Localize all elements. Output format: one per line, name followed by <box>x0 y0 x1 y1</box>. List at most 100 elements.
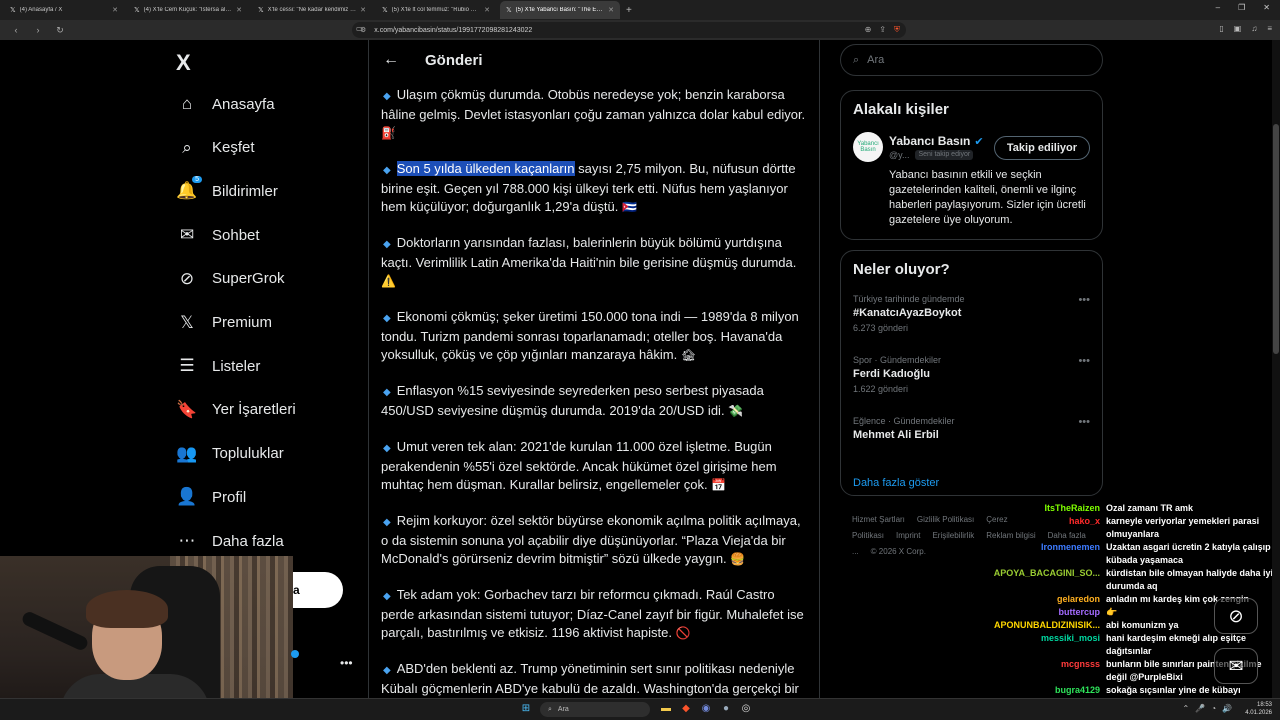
minimize-icon[interactable]: – <box>1216 3 1220 12</box>
system-tray: ⌃ 🎤 ◔ 🔊 <box>1183 704 1232 713</box>
trends-title: Neler oluyor? <box>853 261 950 278</box>
diamond-bullet-icon: ◆ <box>383 665 391 676</box>
media-icon[interactable]: ♫ <box>1251 24 1257 33</box>
share-icon[interactable]: ⇪ <box>879 25 886 35</box>
volume-icon[interactable]: 🔊 <box>1222 704 1232 713</box>
brave-browser-icon[interactable]: ◆ <box>680 703 692 714</box>
sidebar-item-supergrok[interactable]: ⊘ SuperGrok <box>176 269 285 289</box>
browser-tab[interactable]: 𝕏 (4) Anasayfa / X ✕ <box>4 1 124 19</box>
wallet-icon[interactable]: ▣ <box>1234 24 1242 33</box>
bookmark-page-icon[interactable]: ▭ <box>356 24 364 33</box>
mic-icon[interactable]: 🎤 <box>1195 704 1205 713</box>
close-tab-icon[interactable]: ✕ <box>484 6 490 14</box>
discord-icon[interactable]: ◉ <box>700 703 712 714</box>
sidebar-item-profil[interactable]: 👤 Profil <box>176 487 246 507</box>
trend-item[interactable]: Eğlence · Gündemdekiler Mehmet Ali Erbil •… <box>841 410 1102 471</box>
post-paragraph: ◆ Son 5 yılda ülkeden kaçanların sayısı 2… <box>381 160 809 216</box>
related-person[interactable]: Yabancı Basın Yabancı Basın ✔ @y... Seni … <box>841 128 1102 238</box>
chat-username: ItsTheRaizen <box>1044 503 1100 513</box>
trend-item[interactable]: Türkiye tarihinde gündemde #KanatcıAyazBo… <box>841 288 1102 349</box>
trend-name[interactable]: Mehmet Ali Erbil <box>853 429 1090 441</box>
browser-tab[interactable]: 𝕏 X'te cessi: "Ne kadar kendimiz alegt" ✕ <box>252 1 372 19</box>
person-handle[interactable]: @y... <box>889 150 909 160</box>
sidebar-item-keşfet[interactable]: ⌕ Keşfet <box>176 138 254 158</box>
sidebar-item-label: Topluluklar <box>212 445 284 463</box>
chevron-up-icon[interactable]: ⌃ <box>1183 704 1190 713</box>
trend-item[interactable]: Spor · Gündemdekiler Ferdi Kadıoğlu 1.622 … <box>841 349 1102 410</box>
footer-link[interactable]: Gizlilik Politikası <box>917 515 974 524</box>
notification-count-badge: 5 <box>192 176 202 184</box>
account-avatar-dot[interactable] <box>291 650 299 658</box>
close-tab-icon[interactable]: ✕ <box>360 6 366 14</box>
taskbar-search[interactable]: ⌕ Ara <box>540 702 650 717</box>
sidebar-item-daha-fazla[interactable]: ⋯ Daha fazla <box>176 531 284 551</box>
address-bar[interactable]: ⚙ x.com/yabancibasin/status/199177209828… <box>352 22 906 38</box>
microphone-arm <box>20 609 90 653</box>
paragraph-text: Ulaşım çökmüş durumda. Otobüs neredeyse … <box>381 87 806 122</box>
brave-shield-icon[interactable]: ⛨ <box>894 25 900 35</box>
paragraph-text: ABD'den beklenti az. Trump yönetiminin s… <box>381 661 799 696</box>
sidebar-toggle-icon[interactable]: ▯ <box>1219 24 1223 33</box>
browser-tab[interactable]: 𝕏(4) X'te Cem Küçük: "İstersa alır. İran… <box>128 1 248 19</box>
person-bio: Yabancı basının etkili ve seçkin gazetel… <box>889 169 1086 226</box>
more-options-icon[interactable]: ••• <box>1078 294 1090 306</box>
person-name-row[interactable]: Yabancı Basın ✔ <box>889 134 984 148</box>
sidebar-item-sohbet[interactable]: ✉ Sohbet <box>176 225 260 245</box>
sidebar-item-bildirimler[interactable]: 🔔 5 Bildirimler <box>176 176 278 201</box>
grok-icon: ⊘ <box>176 269 198 289</box>
back-nav-icon[interactable]: ‹ <box>10 25 22 35</box>
browser-tab[interactable]: 𝕏 (5) X'te Yabancı Basın: "The Econ" ✕ <box>500 1 620 19</box>
browser-tab[interactable]: 𝕏 (5) X'te lt col temmuz: "Rubio Küba" ✕ <box>376 1 496 19</box>
close-window-icon[interactable]: ✕ <box>1263 3 1270 12</box>
post-paragraph: ◆ Ulaşım çökmüş durumda. Otobüs neredeyse… <box>381 86 809 142</box>
selected-text[interactable]: Son 5 yılda ülkeden kaçanların <box>396 161 575 176</box>
scroll-thumb[interactable] <box>1273 124 1279 354</box>
sidebar-item-anasayfa[interactable]: ⌂ Anasayfa <box>176 94 275 114</box>
clock[interactable]: 18:53 4.01.2026 <box>1245 701 1272 717</box>
new-tab-button[interactable]: + <box>626 5 632 16</box>
obs-icon[interactable]: ◎ <box>740 703 752 714</box>
chat-text: Uzaktan asgari ücretin 2 katıyla çalışıp… <box>1106 542 1271 565</box>
post-button[interactable]: a <box>293 572 343 608</box>
show-more-link[interactable]: Daha fazla göster <box>841 471 1102 501</box>
trend-name[interactable]: #KanatcıAyazBoykot <box>853 307 1090 319</box>
sidebar-item-premium[interactable]: 𝕏 Premium <box>176 313 272 333</box>
account-menu-icon[interactable]: ••• <box>340 656 353 670</box>
chat-message: Ironmenemen Uzaktan asgari ücretin 2 katı… <box>990 541 1280 567</box>
file-explorer-icon[interactable]: ▬ <box>660 703 672 714</box>
trend-name[interactable]: Ferdi Kadıoğlu <box>853 368 1090 380</box>
more-options-icon[interactable]: ••• <box>1078 416 1090 428</box>
forward-nav-icon[interactable]: › <box>32 25 44 35</box>
footer-link[interactable]: Hizmet Şartları <box>852 515 905 524</box>
steam-icon[interactable]: ● <box>720 703 732 714</box>
back-arrow-icon[interactable]: ← <box>383 51 399 69</box>
sidebar-item-listeler[interactable]: ☰ Listeler <box>176 356 260 376</box>
close-tab-icon[interactable]: ✕ <box>236 6 242 14</box>
wifi-icon[interactable]: ◔ <box>1211 704 1216 713</box>
page-scrollbar[interactable] <box>1272 40 1280 698</box>
zoom-icon[interactable]: ⊕ <box>865 25 872 35</box>
start-icon[interactable]: ⊞ <box>520 703 532 714</box>
close-tab-icon[interactable]: ✕ <box>112 6 118 14</box>
more-options-icon[interactable]: ••• <box>1078 355 1090 367</box>
grok-float-icon[interactable]: ⊘ <box>1214 598 1258 634</box>
sidebar-item-label: Daha fazla <box>212 532 284 550</box>
related-people-card: Alakalı kişiler Yabancı Basın Yabancı Bas… <box>840 90 1103 240</box>
avatar[interactable]: Yabancı Basın <box>853 132 883 162</box>
reload-icon[interactable]: ↻ <box>54 25 66 36</box>
sidebar-item-topluluklar[interactable]: 👥 Topluluklar <box>176 444 284 464</box>
messages-float-icon[interactable]: ✉ <box>1214 648 1258 684</box>
footer-link: © 2026 X Corp. <box>870 547 926 556</box>
follows-you-badge: Seni takip ediyor <box>915 150 974 160</box>
menu-icon[interactable]: ≡ <box>1267 24 1272 33</box>
more-icon-glyph: ⋯ <box>178 531 196 550</box>
restore-icon[interactable]: ❐ <box>1238 3 1245 12</box>
sidebar-item-yer-i-şaretleri[interactable]: 🔖 Yer İşaretleri <box>176 400 295 420</box>
x-logo-icon[interactable]: X <box>176 50 191 76</box>
footer-link[interactable]: Imprint <box>896 531 920 540</box>
person-name[interactable]: Yabancı Basın <box>889 134 970 148</box>
close-tab-icon[interactable]: ✕ <box>608 6 614 14</box>
search-input[interactable]: ⌕ Ara <box>840 44 1103 76</box>
footer-link[interactable]: Erişilebilirlik <box>932 531 974 540</box>
following-button[interactable]: Takip ediliyor <box>993 136 1090 160</box>
